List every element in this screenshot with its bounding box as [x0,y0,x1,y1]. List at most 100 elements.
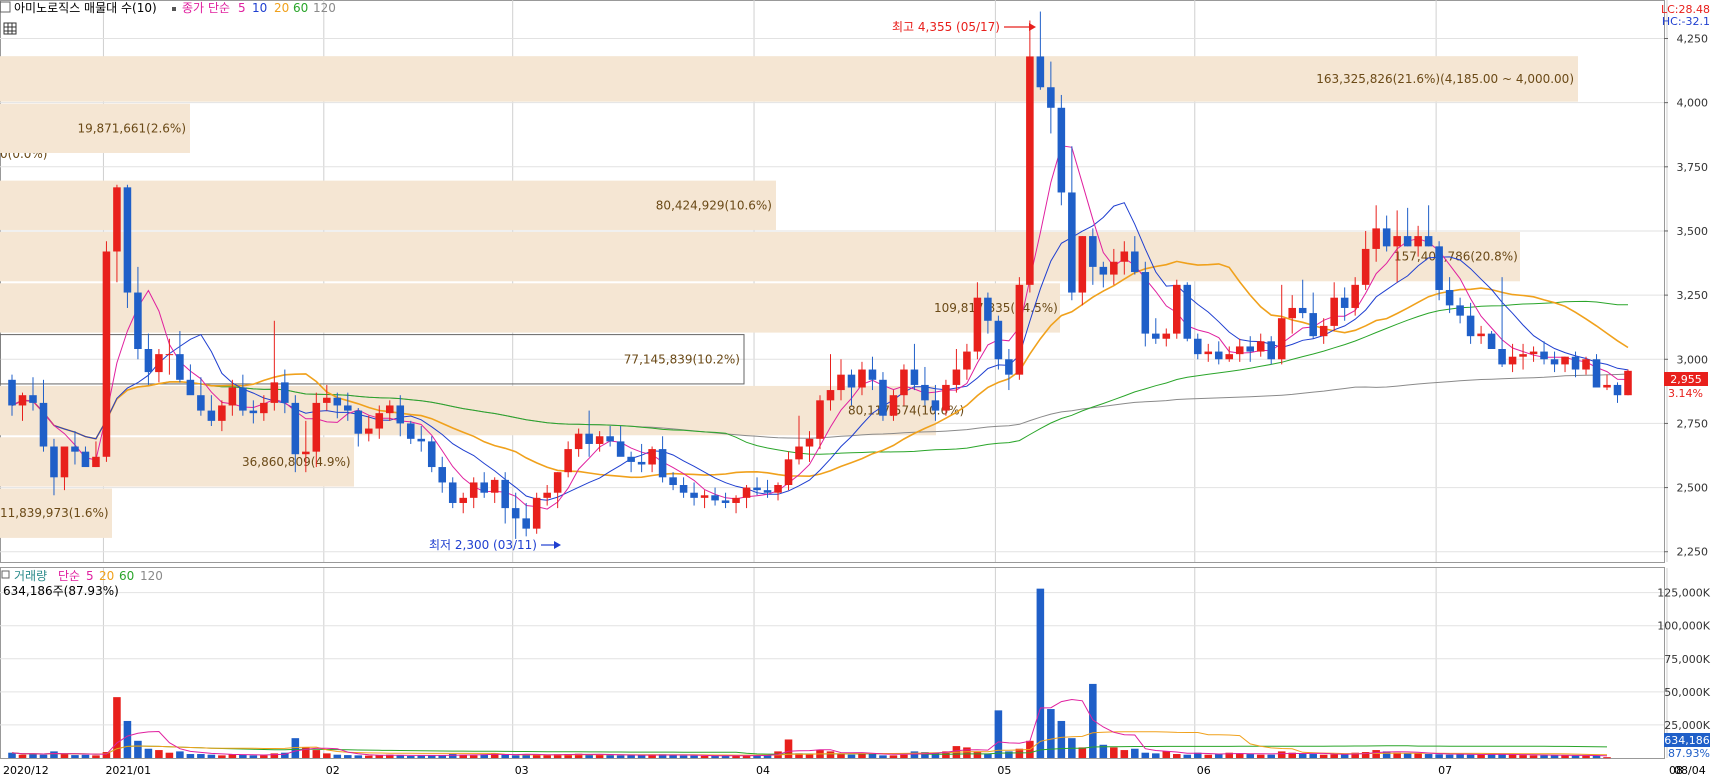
volume-bar[interactable] [1372,750,1380,758]
volume-bar[interactable] [963,747,971,758]
volume-bar[interactable] [543,755,551,758]
volume-bar[interactable] [606,755,614,758]
volume-bar[interactable] [39,754,48,758]
volume-bar[interactable] [260,755,268,758]
volume-bar[interactable] [1466,754,1475,758]
volume-bar[interactable] [29,754,37,758]
volume-bar[interactable] [826,751,835,758]
candle[interactable] [427,436,436,473]
volume-bar[interactable] [469,755,478,758]
volume-bar[interactable] [344,755,352,758]
candle[interactable] [942,379,950,416]
stock-chart[interactable]: 11,839,973(1.6%)36,860,809(4.9%)당량(0.00%… [0,0,1712,782]
volume-bar[interactable] [1005,751,1013,758]
volume-bar[interactable] [1078,747,1087,758]
volume-bar[interactable] [197,754,205,758]
volume-bar[interactable] [1267,754,1275,758]
volume-bar[interactable] [1414,753,1422,758]
volume-bar[interactable] [207,754,216,758]
volume-bar[interactable] [375,755,384,758]
volume-bar[interactable] [1204,754,1213,758]
candle[interactable] [1487,331,1496,350]
volume-bar[interactable] [323,753,331,758]
candle[interactable] [1057,94,1066,206]
volume-bar[interactable] [1162,751,1171,758]
volume-bar[interactable] [365,755,373,758]
volume-bar[interactable] [448,754,457,758]
candle[interactable] [1026,20,1034,293]
volume-bar[interactable] [1298,754,1307,758]
volume-bar[interactable] [784,739,793,758]
volume-bar[interactable] [60,754,69,758]
candle[interactable] [1624,369,1632,396]
volume-bar[interactable] [239,754,247,758]
volume-bar[interactable] [1110,747,1118,758]
volume-bar[interactable] [1540,755,1548,758]
volume-bar[interactable] [910,751,919,758]
volume-bar[interactable] [1183,754,1192,758]
volume-bar[interactable] [1529,755,1538,758]
volume-bar[interactable] [711,756,719,758]
volume-bar[interactable] [1214,754,1223,758]
volume-bar[interactable] [1246,754,1255,758]
volume-bar[interactable] [1173,754,1181,758]
volume-bar[interactable] [1309,754,1317,758]
volume-bar[interactable] [889,755,898,758]
volume-bar[interactable] [847,754,856,758]
volume-bar[interactable] [1131,748,1139,758]
volume-bar[interactable] [690,755,698,758]
volume-bar[interactable] [501,754,509,758]
volume-bar[interactable] [18,754,27,758]
candle[interactable] [123,184,132,308]
volume-bar[interactable] [1571,755,1580,758]
volume-bar[interactable] [134,740,142,758]
volume-bar[interactable] [616,755,625,758]
volume-bar[interactable] [249,755,258,758]
volume-bar[interactable] [837,754,845,758]
candle[interactable] [102,241,111,462]
volume-bar[interactable] [1508,754,1517,758]
volume-bar[interactable] [1445,754,1454,758]
volume-bar[interactable] [1603,757,1611,759]
volume-bar[interactable] [1435,754,1443,758]
volume-bar[interactable] [1582,755,1590,758]
volume-bar[interactable] [155,750,163,758]
volume-bar[interactable] [1330,754,1338,758]
volume-bar[interactable] [81,754,90,758]
volume-bar[interactable] [679,755,688,758]
volume-bar[interactable] [165,752,174,758]
volume-bar[interactable] [406,756,415,758]
volume-bar[interactable] [1319,754,1328,758]
candle[interactable] [532,492,541,534]
volume-bar[interactable] [123,720,132,758]
candle[interactable] [1015,277,1024,380]
volume-bar[interactable] [1403,753,1412,758]
volume-bar[interactable] [1141,752,1150,758]
volume-bar[interactable] [8,752,16,758]
volume-bar[interactable] [669,755,677,758]
volume-bar[interactable] [71,755,79,758]
volume-bar[interactable] [1036,588,1045,758]
volume-bar[interactable] [1057,720,1066,758]
volume-bar[interactable] [1120,750,1129,758]
volume-bar[interactable] [973,751,982,758]
volume-bar[interactable] [1256,754,1265,758]
candle[interactable] [1173,279,1181,339]
volume-bar[interactable] [1519,755,1527,758]
volume-bar[interactable] [1498,754,1506,758]
volume-bar[interactable] [50,751,58,758]
volume-bar[interactable] [511,755,520,758]
volume-bar[interactable] [218,755,226,758]
volume-bar[interactable] [1424,754,1433,758]
volume-bar[interactable] [417,755,426,758]
volume-bar[interactable] [354,755,363,758]
volume-bar[interactable] [176,751,184,758]
volume-bar[interactable] [312,750,321,758]
volume-bar[interactable] [627,755,635,758]
volume-bar[interactable] [1152,753,1160,758]
volume-bar[interactable] [879,755,887,758]
volume-bar[interactable] [1477,754,1485,758]
volume-bar[interactable] [144,748,153,758]
volume-bar[interactable] [92,755,100,758]
volume-bar[interactable] [186,754,195,758]
